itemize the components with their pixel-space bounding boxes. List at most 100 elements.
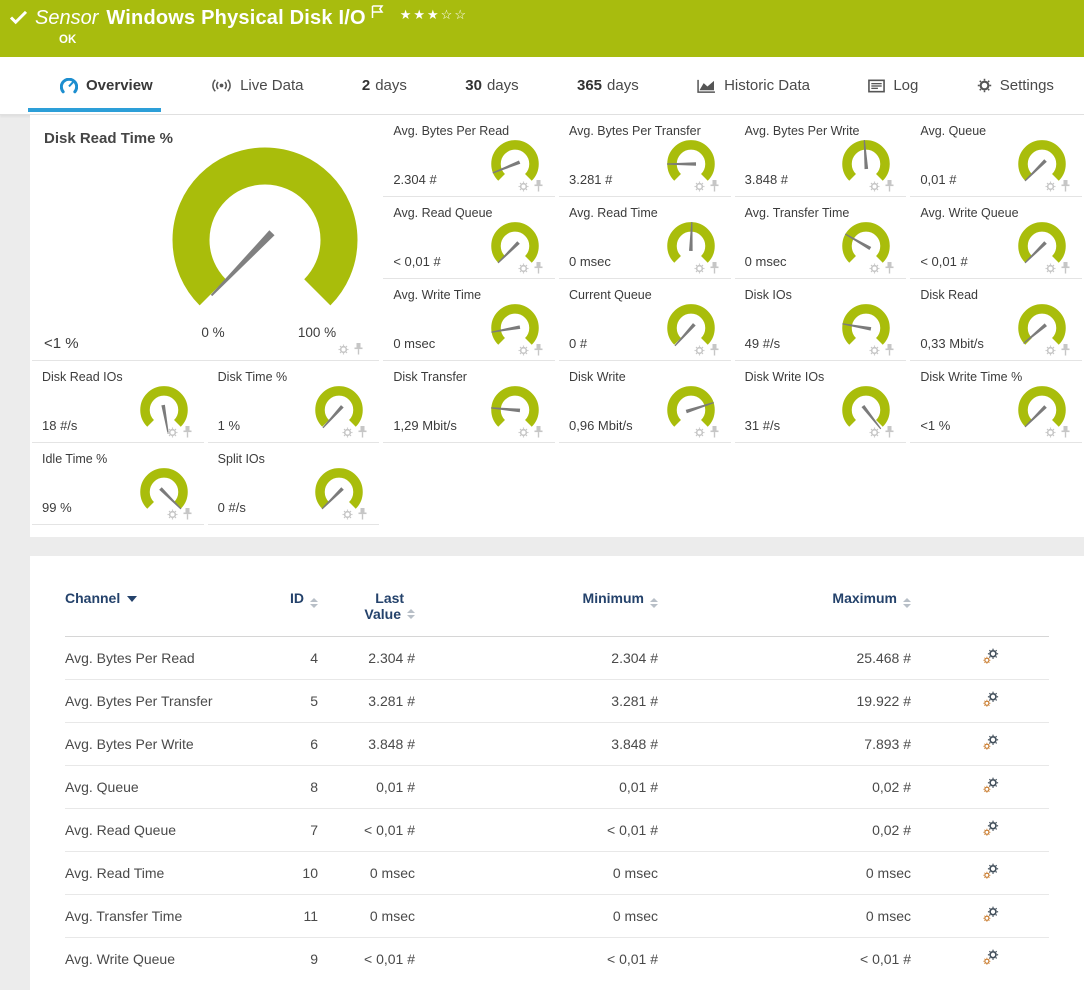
col-id[interactable]: ID xyxy=(255,586,320,637)
pin-icon[interactable] xyxy=(1061,344,1070,356)
tab-historic-data[interactable]: Historic Data xyxy=(693,57,814,114)
gear-icon[interactable] xyxy=(694,181,705,192)
channel-settings-icon[interactable] xyxy=(983,863,1001,880)
pin-icon[interactable] xyxy=(885,180,894,192)
col-minimum[interactable]: Minimum xyxy=(417,586,660,637)
gear-icon[interactable] xyxy=(338,344,349,355)
pin-icon[interactable] xyxy=(534,344,543,356)
gauge-title: Avg. Bytes Per Read xyxy=(393,124,553,138)
gear-icon[interactable] xyxy=(342,509,353,520)
channel-last-value: 3.281 # xyxy=(320,680,417,723)
channel-settings-icon[interactable] xyxy=(983,820,1001,837)
channel-last-value: 2.304 # xyxy=(320,637,417,680)
col-channel[interactable]: Channel xyxy=(65,586,255,637)
channel-settings-icon[interactable] xyxy=(983,949,1001,966)
gear-icon[interactable] xyxy=(869,345,880,356)
pin-icon[interactable] xyxy=(710,180,719,192)
gauge-card-avg-read-queue[interactable]: Avg. Read Queue< 0,01 # xyxy=(383,197,555,279)
channel-settings-icon[interactable] xyxy=(983,777,1001,794)
channel-settings-icon[interactable] xyxy=(983,906,1001,923)
pin-icon[interactable] xyxy=(534,426,543,438)
tab-365-days[interactable]: 365days xyxy=(573,57,643,114)
gear-icon[interactable] xyxy=(869,263,880,274)
gear-icon[interactable] xyxy=(518,427,529,438)
gauge-card-avg-transfer-time[interactable]: Avg. Transfer Time0 msec xyxy=(735,197,907,279)
tab-settings[interactable]: Settings xyxy=(973,57,1058,114)
gauge-card-avg-write-queue[interactable]: Avg. Write Queue< 0,01 # xyxy=(910,197,1082,279)
pin-icon[interactable] xyxy=(885,262,894,274)
pin-icon[interactable] xyxy=(1061,180,1070,192)
gear-icon[interactable] xyxy=(518,181,529,192)
pin-icon[interactable] xyxy=(354,343,363,355)
gauge-card-avg-read-time[interactable]: Avg. Read Time0 msec xyxy=(559,197,731,279)
chart-icon xyxy=(697,78,716,93)
tab-2-days[interactable]: 2days xyxy=(358,57,411,114)
gear-icon[interactable] xyxy=(1045,263,1056,274)
pin-icon[interactable] xyxy=(1061,426,1070,438)
tab-30-days[interactable]: 30days xyxy=(461,57,522,114)
gauge-card-disk-read-ios[interactable]: Disk Read IOs18 #/s xyxy=(32,361,204,443)
pin-icon[interactable] xyxy=(358,426,367,438)
gauge-card-disk-read[interactable]: Disk Read0,33 Mbit/s xyxy=(910,279,1082,361)
sort-icon xyxy=(650,598,658,608)
gauge-card-disk-ios[interactable]: Disk IOs49 #/s xyxy=(735,279,907,361)
tab-log[interactable]: Log xyxy=(864,57,922,114)
gear-icon[interactable] xyxy=(518,263,529,274)
gauge-card-avg-bytes-per-transfer[interactable]: Avg. Bytes Per Transfer3.281 # xyxy=(559,115,731,197)
gear-icon[interactable] xyxy=(869,427,880,438)
channel-settings-icon[interactable] xyxy=(983,691,1001,708)
pin-icon[interactable] xyxy=(183,508,192,520)
pin-icon[interactable] xyxy=(358,508,367,520)
gear-icon[interactable] xyxy=(167,427,178,438)
pin-icon[interactable] xyxy=(534,180,543,192)
pin-icon[interactable] xyxy=(710,426,719,438)
pin-icon[interactable] xyxy=(885,344,894,356)
gauge-value: 18 #/s xyxy=(42,418,77,433)
pin-icon[interactable] xyxy=(1061,262,1070,274)
gear-icon[interactable] xyxy=(342,427,353,438)
tab-overview[interactable]: Overview xyxy=(56,57,157,114)
gauge-card-avg-write-time[interactable]: Avg. Write Time0 msec xyxy=(383,279,555,361)
gear-icon[interactable] xyxy=(694,263,705,274)
gauge-card-avg-bytes-per-read[interactable]: Avg. Bytes Per Read2.304 # xyxy=(383,115,555,197)
gear-icon[interactable] xyxy=(167,509,178,520)
gear-icon[interactable] xyxy=(694,427,705,438)
gauge-actions xyxy=(869,426,894,438)
pin-icon[interactable] xyxy=(710,344,719,356)
channel-settings-icon[interactable] xyxy=(983,648,1001,665)
col-maximum[interactable]: Maximum xyxy=(660,586,913,637)
gear-icon[interactable] xyxy=(869,181,880,192)
rating-stars[interactable]: ★★★☆☆ xyxy=(400,8,468,22)
flag-icon[interactable] xyxy=(371,5,384,24)
channel-table: Channel ID LastValue Minimum Maximum Avg… xyxy=(65,586,1049,980)
gauge-card-avg-bytes-per-write[interactable]: Avg. Bytes Per Write3.848 # xyxy=(735,115,907,197)
gauge-actions xyxy=(342,426,367,438)
pin-icon[interactable] xyxy=(710,262,719,274)
pin-icon[interactable] xyxy=(885,426,894,438)
gauge-card-current-queue[interactable]: Current Queue0 # xyxy=(559,279,731,361)
channel-settings-icon[interactable] xyxy=(983,734,1001,751)
gauge-card-split-ios[interactable]: Split IOs0 #/s xyxy=(208,443,380,525)
pin-icon[interactable] xyxy=(534,262,543,274)
gear-icon[interactable] xyxy=(1045,181,1056,192)
gauge-card-idle-time[interactable]: Idle Time %99 % xyxy=(32,443,204,525)
gear-icon[interactable] xyxy=(1045,345,1056,356)
gauge-card-disk-transfer[interactable]: Disk Transfer1,29 Mbit/s xyxy=(383,361,555,443)
gauge-card-disk-time[interactable]: Disk Time %1 % xyxy=(208,361,380,443)
gauge-value: < 0,01 # xyxy=(393,254,440,269)
gauge-actions xyxy=(167,508,192,520)
gauge-card-disk-read-time[interactable]: Disk Read Time % 0 % 100 % <1 % xyxy=(32,115,379,361)
gauge-title: Avg. Read Time xyxy=(569,206,729,220)
pin-icon[interactable] xyxy=(183,426,192,438)
gauge-card-disk-write-time[interactable]: Disk Write Time %<1 % xyxy=(910,361,1082,443)
tab-live-data[interactable]: Live Data xyxy=(207,57,307,114)
gear-icon[interactable] xyxy=(1045,427,1056,438)
channel-name: Avg. Bytes Per Read xyxy=(65,637,255,680)
gear-icon[interactable] xyxy=(518,345,529,356)
gear-icon[interactable] xyxy=(694,345,705,356)
gauge-card-disk-write-ios[interactable]: Disk Write IOs31 #/s xyxy=(735,361,907,443)
col-last-value[interactable]: LastValue xyxy=(320,586,417,637)
channel-id: 8 xyxy=(255,766,320,809)
gauge-card-disk-write[interactable]: Disk Write0,96 Mbit/s xyxy=(559,361,731,443)
gauge-card-avg-queue[interactable]: Avg. Queue0,01 # xyxy=(910,115,1082,197)
